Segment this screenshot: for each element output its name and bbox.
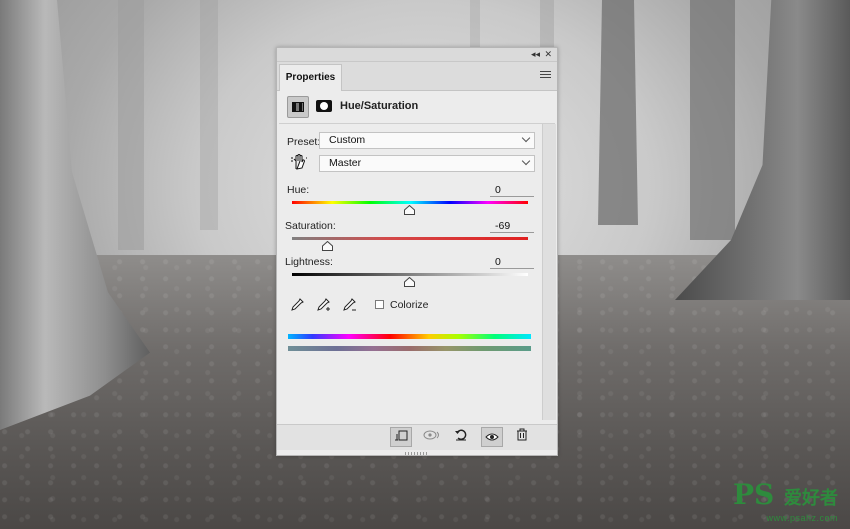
double-chevron-left-icon[interactable]: ◂◂ [531, 49, 540, 60]
hue-value-field[interactable]: 0 [490, 185, 534, 197]
channel-select[interactable]: Master [319, 155, 535, 172]
background-tree [118, 0, 144, 250]
watermark-cn-text: 爱好者 [784, 488, 838, 509]
close-icon[interactable]: ✕ [544, 49, 552, 60]
divider [279, 123, 555, 124]
chevron-down-icon [521, 156, 531, 166]
eye-icon[interactable] [481, 427, 503, 447]
saturation-slider-thumb[interactable] [322, 241, 333, 251]
properties-panel: ◂◂ ✕ Properties Hue/Saturation Preset: C… [276, 47, 558, 456]
panel-scrollbar[interactable] [542, 124, 556, 420]
panel-titlebar[interactable]: ◂◂ ✕ [277, 48, 557, 62]
eyedropper-icon[interactable] [289, 297, 305, 313]
background-tree [598, 0, 638, 225]
saturation-slider-track[interactable] [292, 237, 528, 240]
watermark-logo-text: PS [732, 478, 775, 511]
saturation-value-field[interactable]: -69 [490, 221, 534, 233]
clip-to-layer-icon[interactable] [390, 427, 412, 447]
colorize-label: Colorize [390, 299, 429, 311]
preset-label: Preset: [287, 136, 321, 148]
watermark-logo: PS 爱好者 [733, 481, 838, 513]
saturation-label: Saturation: [285, 220, 336, 232]
input-color-bar [288, 334, 531, 339]
adjustment-title: Hue/Saturation [340, 100, 419, 112]
lightness-value-field[interactable]: 0 [490, 257, 534, 269]
panel-tab-row: Properties [277, 62, 557, 91]
lightness-label: Lightness: [285, 256, 333, 268]
background-tree [200, 0, 218, 230]
lightness-slider-track[interactable] [292, 273, 528, 276]
resize-grip[interactable] [405, 452, 427, 455]
preset-select[interactable]: Custom [319, 132, 535, 149]
preset-value: Custom [329, 134, 366, 146]
chevron-down-icon [521, 133, 531, 143]
adjustment-header: Hue/Saturation [287, 96, 547, 118]
background-tree [690, 0, 735, 240]
hue-saturation-icon[interactable] [287, 96, 309, 118]
hue-slider-track[interactable] [292, 201, 528, 204]
watermark: PS 爱好者 www.psahz.com [733, 481, 838, 524]
lightness-slider-thumb[interactable] [404, 277, 415, 287]
hue-label: Hue: [287, 184, 310, 196]
eyedropper-subtract-icon[interactable] [341, 297, 357, 313]
trash-icon[interactable] [511, 427, 533, 447]
on-image-adjust-hand-icon[interactable] [290, 153, 308, 171]
colorize-checkbox[interactable] [375, 300, 384, 309]
panel-bottom-toolbar [277, 424, 557, 450]
view-previous-state-icon[interactable] [421, 427, 443, 447]
hue-slider-thumb[interactable] [404, 205, 415, 215]
reset-icon[interactable] [450, 427, 472, 447]
output-color-bar [288, 346, 531, 351]
tab-properties[interactable]: Properties [279, 64, 342, 91]
eyedropper-add-icon[interactable] [315, 297, 331, 313]
hamburger-menu-icon[interactable] [540, 71, 551, 80]
channel-value: Master [329, 157, 362, 169]
layer-mask-icon[interactable] [316, 100, 332, 112]
watermark-url: www.psahz.com [766, 513, 838, 523]
